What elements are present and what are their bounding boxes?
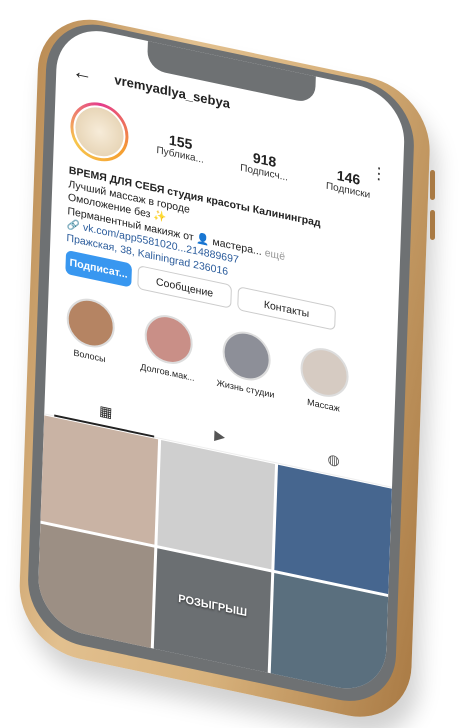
link-icon: 🔗 <box>66 218 81 233</box>
post-tile[interactable] <box>157 440 276 570</box>
avatar-image <box>72 100 127 164</box>
highlight-studio-life-thumb <box>221 327 272 385</box>
post-tile[interactable] <box>40 415 159 545</box>
highlight-makeup-thumb <box>143 310 194 369</box>
highlight-studio-life[interactable]: Жизнь студии <box>214 326 278 401</box>
highlight-hair-thumb <box>65 294 116 352</box>
post-tile-caption: РОЗЫГРЫШ <box>178 592 248 620</box>
highlight-massage[interactable]: Массаж <box>292 342 356 417</box>
post-tile[interactable] <box>274 464 392 595</box>
phone-screen: ← vremyadlya_sebya 155 Публика... 918 По… <box>36 22 406 698</box>
back-arrow-icon[interactable]: ← <box>72 59 93 87</box>
highlight-hair[interactable]: Волосы <box>58 293 122 368</box>
avatar[interactable] <box>69 96 130 167</box>
highlight-makeup-label: Долгов.мак... <box>140 361 195 384</box>
highlight-hair-label: Волосы <box>73 347 106 365</box>
reels-tab-icon[interactable]: ▶ <box>210 425 229 447</box>
grid-tab-icon[interactable]: ▦ <box>96 400 115 422</box>
highlight-studio-life-label: Жизнь студии <box>216 377 275 400</box>
volume-down-button <box>430 210 435 240</box>
stat-posts[interactable]: 155 Публика... <box>140 126 221 170</box>
volume-up-button <box>430 170 435 200</box>
tagged-tab-icon[interactable]: ◍ <box>324 449 343 471</box>
more-options-icon[interactable]: ⋮ <box>371 162 388 185</box>
highlight-massage-thumb <box>299 343 350 402</box>
highlight-massage-label: Массаж <box>306 396 340 414</box>
stat-followers[interactable]: 918 Подписч... <box>224 143 305 187</box>
highlight-makeup[interactable]: Долгов.мак... <box>136 309 200 384</box>
